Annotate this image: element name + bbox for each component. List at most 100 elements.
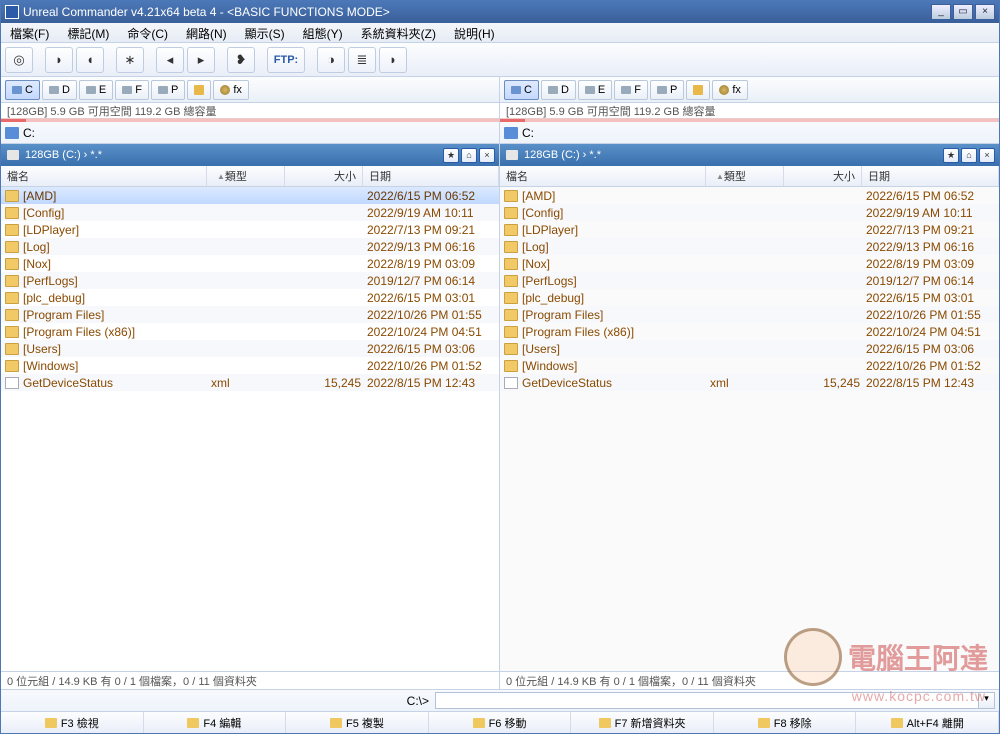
- tool-flag2-icon[interactable]: ◖: [76, 47, 104, 73]
- path-bar[interactable]: C:: [1, 122, 499, 144]
- col-name[interactable]: 檔名: [500, 166, 706, 186]
- tab-fav-icon[interactable]: ★: [943, 148, 959, 163]
- drive-button[interactable]: E: [79, 80, 113, 100]
- file-row[interactable]: [Config]2022/9/19 AM 10:11: [1, 204, 499, 221]
- menu-item[interactable]: 命令(C): [118, 23, 177, 42]
- tab-lock-icon[interactable]: ⌂: [961, 148, 977, 163]
- minimize-button[interactable]: _: [931, 4, 951, 20]
- menu-item[interactable]: 檔案(F): [1, 23, 58, 42]
- fn-label: F7 新增資料夾: [615, 715, 686, 731]
- fn-button[interactable]: F4 編輯: [144, 712, 287, 733]
- drive-button[interactable]: E: [578, 80, 612, 100]
- drive-button[interactable]: fx: [213, 80, 249, 100]
- tab-fav-icon[interactable]: ★: [443, 148, 459, 163]
- tool-flag1-icon[interactable]: ◗: [45, 47, 73, 73]
- file-row[interactable]: [Config]2022/9/19 AM 10:11: [500, 204, 999, 221]
- col-name[interactable]: 檔名: [1, 166, 207, 186]
- col-type[interactable]: ▲ 類型: [706, 166, 784, 186]
- fn-button[interactable]: F7 新增資料夾: [571, 712, 714, 733]
- tab-label[interactable]: 128GB (C:) › *.*: [524, 149, 601, 161]
- menu-item[interactable]: 顯示(S): [236, 23, 294, 42]
- col-type[interactable]: ▲ 類型: [207, 166, 285, 186]
- fn-label: F5 複製: [346, 715, 384, 731]
- tool-list2-icon[interactable]: ≣: [348, 47, 376, 73]
- tab-lock-icon[interactable]: ⌂: [461, 148, 477, 163]
- tab-close-icon[interactable]: ×: [479, 148, 495, 163]
- col-size[interactable]: 大小: [285, 166, 363, 186]
- col-size[interactable]: 大小: [784, 166, 862, 186]
- menu-item[interactable]: 說明(H): [445, 23, 504, 42]
- drive-label: C: [524, 84, 532, 96]
- menu-item[interactable]: 網路(N): [177, 23, 236, 42]
- file-list[interactable]: [AMD]2022/6/15 PM 06:52[Config]2022/9/19…: [1, 187, 499, 671]
- drive-button[interactable]: D: [42, 80, 77, 100]
- file-row[interactable]: [AMD]2022/6/15 PM 06:52: [1, 187, 499, 204]
- titlebar[interactable]: Unreal Commander v4.21x64 beta 4 - <BASI…: [1, 1, 999, 23]
- fn-button[interactable]: F3 檢視: [1, 712, 144, 733]
- file-row[interactable]: [LDPlayer]2022/7/13 PM 09:21: [500, 221, 999, 238]
- drive-button[interactable]: D: [541, 80, 576, 100]
- tool-list3-icon[interactable]: ◗: [379, 47, 407, 73]
- drive-icon: [511, 86, 521, 94]
- file-row[interactable]: [Windows]2022/10/26 PM 01:52: [500, 357, 999, 374]
- file-name: [Windows]: [522, 359, 710, 373]
- tool-list1-icon[interactable]: ◑: [317, 47, 345, 73]
- tool-star-icon[interactable]: ∗: [116, 47, 144, 73]
- fn-button[interactable]: F5 複製: [286, 712, 429, 733]
- tab-icon: [7, 150, 19, 160]
- file-row[interactable]: [Users]2022/6/15 PM 03:06: [500, 340, 999, 357]
- file-row[interactable]: [Log]2022/9/13 PM 06:16: [1, 238, 499, 255]
- drive-button[interactable]: P: [650, 80, 684, 100]
- col-date[interactable]: 日期: [363, 166, 499, 186]
- tool-refresh-icon[interactable]: ◎: [5, 47, 33, 73]
- tool-shield-icon[interactable]: ❥: [227, 47, 255, 73]
- sort-icon: ▲: [217, 172, 225, 181]
- file-row[interactable]: [Program Files (x86)]2022/10/24 PM 04:51: [1, 323, 499, 340]
- file-row[interactable]: [Program Files]2022/10/26 PM 01:55: [1, 306, 499, 323]
- file-row[interactable]: [Users]2022/6/15 PM 03:06: [1, 340, 499, 357]
- folder-icon: [5, 292, 19, 304]
- file-row[interactable]: [Nox]2022/8/19 PM 03:09: [1, 255, 499, 272]
- file-row[interactable]: [Windows]2022/10/26 PM 01:52: [1, 357, 499, 374]
- file-row[interactable]: [PerfLogs]2019/12/7 PM 06:14: [500, 272, 999, 289]
- file-row[interactable]: [Program Files (x86)]2022/10/24 PM 04:51: [500, 323, 999, 340]
- path-bar[interactable]: C:: [500, 122, 999, 144]
- tool-ftp[interactable]: FTP:: [267, 47, 305, 73]
- file-row[interactable]: [LDPlayer]2022/7/13 PM 09:21: [1, 221, 499, 238]
- file-row[interactable]: [Program Files]2022/10/26 PM 01:55: [500, 306, 999, 323]
- file-name: [Config]: [522, 206, 710, 220]
- file-row[interactable]: [plc_debug]2022/6/15 PM 03:01: [1, 289, 499, 306]
- maximize-button[interactable]: ▭: [953, 4, 973, 20]
- file-row[interactable]: [Log]2022/9/13 PM 06:16: [500, 238, 999, 255]
- drive-button[interactable]: [686, 80, 710, 100]
- fn-button[interactable]: Alt+F4 離開: [856, 712, 999, 733]
- drive-button[interactable]: C: [504, 80, 539, 100]
- file-row[interactable]: [Nox]2022/8/19 PM 03:09: [500, 255, 999, 272]
- menu-item[interactable]: 標記(M): [58, 23, 118, 42]
- drive-button[interactable]: fx: [712, 80, 748, 100]
- file-list[interactable]: [AMD]2022/6/15 PM 06:52[Config]2022/9/19…: [500, 187, 999, 671]
- close-button[interactable]: ×: [975, 4, 995, 20]
- tab-close-icon[interactable]: ×: [979, 148, 995, 163]
- menu-item[interactable]: 組態(Y): [294, 23, 352, 42]
- file-row[interactable]: [PerfLogs]2019/12/7 PM 06:14: [1, 272, 499, 289]
- drive-button[interactable]: F: [614, 80, 648, 100]
- tool-eye2-icon[interactable]: ▸: [187, 47, 215, 73]
- fn-button[interactable]: F6 移動: [429, 712, 572, 733]
- menu-item[interactable]: 系統資料夾(Z): [352, 23, 445, 42]
- file-name: [Users]: [23, 342, 211, 356]
- drive-button[interactable]: F: [115, 80, 149, 100]
- drive-button[interactable]: [187, 80, 211, 100]
- file-row[interactable]: GetDeviceStatusxml15,2452022/8/15 PM 12:…: [1, 374, 499, 391]
- drive-label: E: [598, 84, 605, 96]
- file-row[interactable]: [AMD]2022/6/15 PM 06:52: [500, 187, 999, 204]
- tool-eye1-icon[interactable]: ◂: [156, 47, 184, 73]
- col-date[interactable]: 日期: [862, 166, 999, 186]
- file-row[interactable]: GetDeviceStatusxml15,2452022/8/15 PM 12:…: [500, 374, 999, 391]
- file-row[interactable]: [plc_debug]2022/6/15 PM 03:01: [500, 289, 999, 306]
- file-date: 2019/12/7 PM 06:14: [367, 274, 499, 288]
- fn-button[interactable]: F8 移除: [714, 712, 857, 733]
- tab-label[interactable]: 128GB (C:) › *.*: [25, 149, 102, 161]
- drive-button[interactable]: C: [5, 80, 40, 100]
- drive-button[interactable]: P: [151, 80, 185, 100]
